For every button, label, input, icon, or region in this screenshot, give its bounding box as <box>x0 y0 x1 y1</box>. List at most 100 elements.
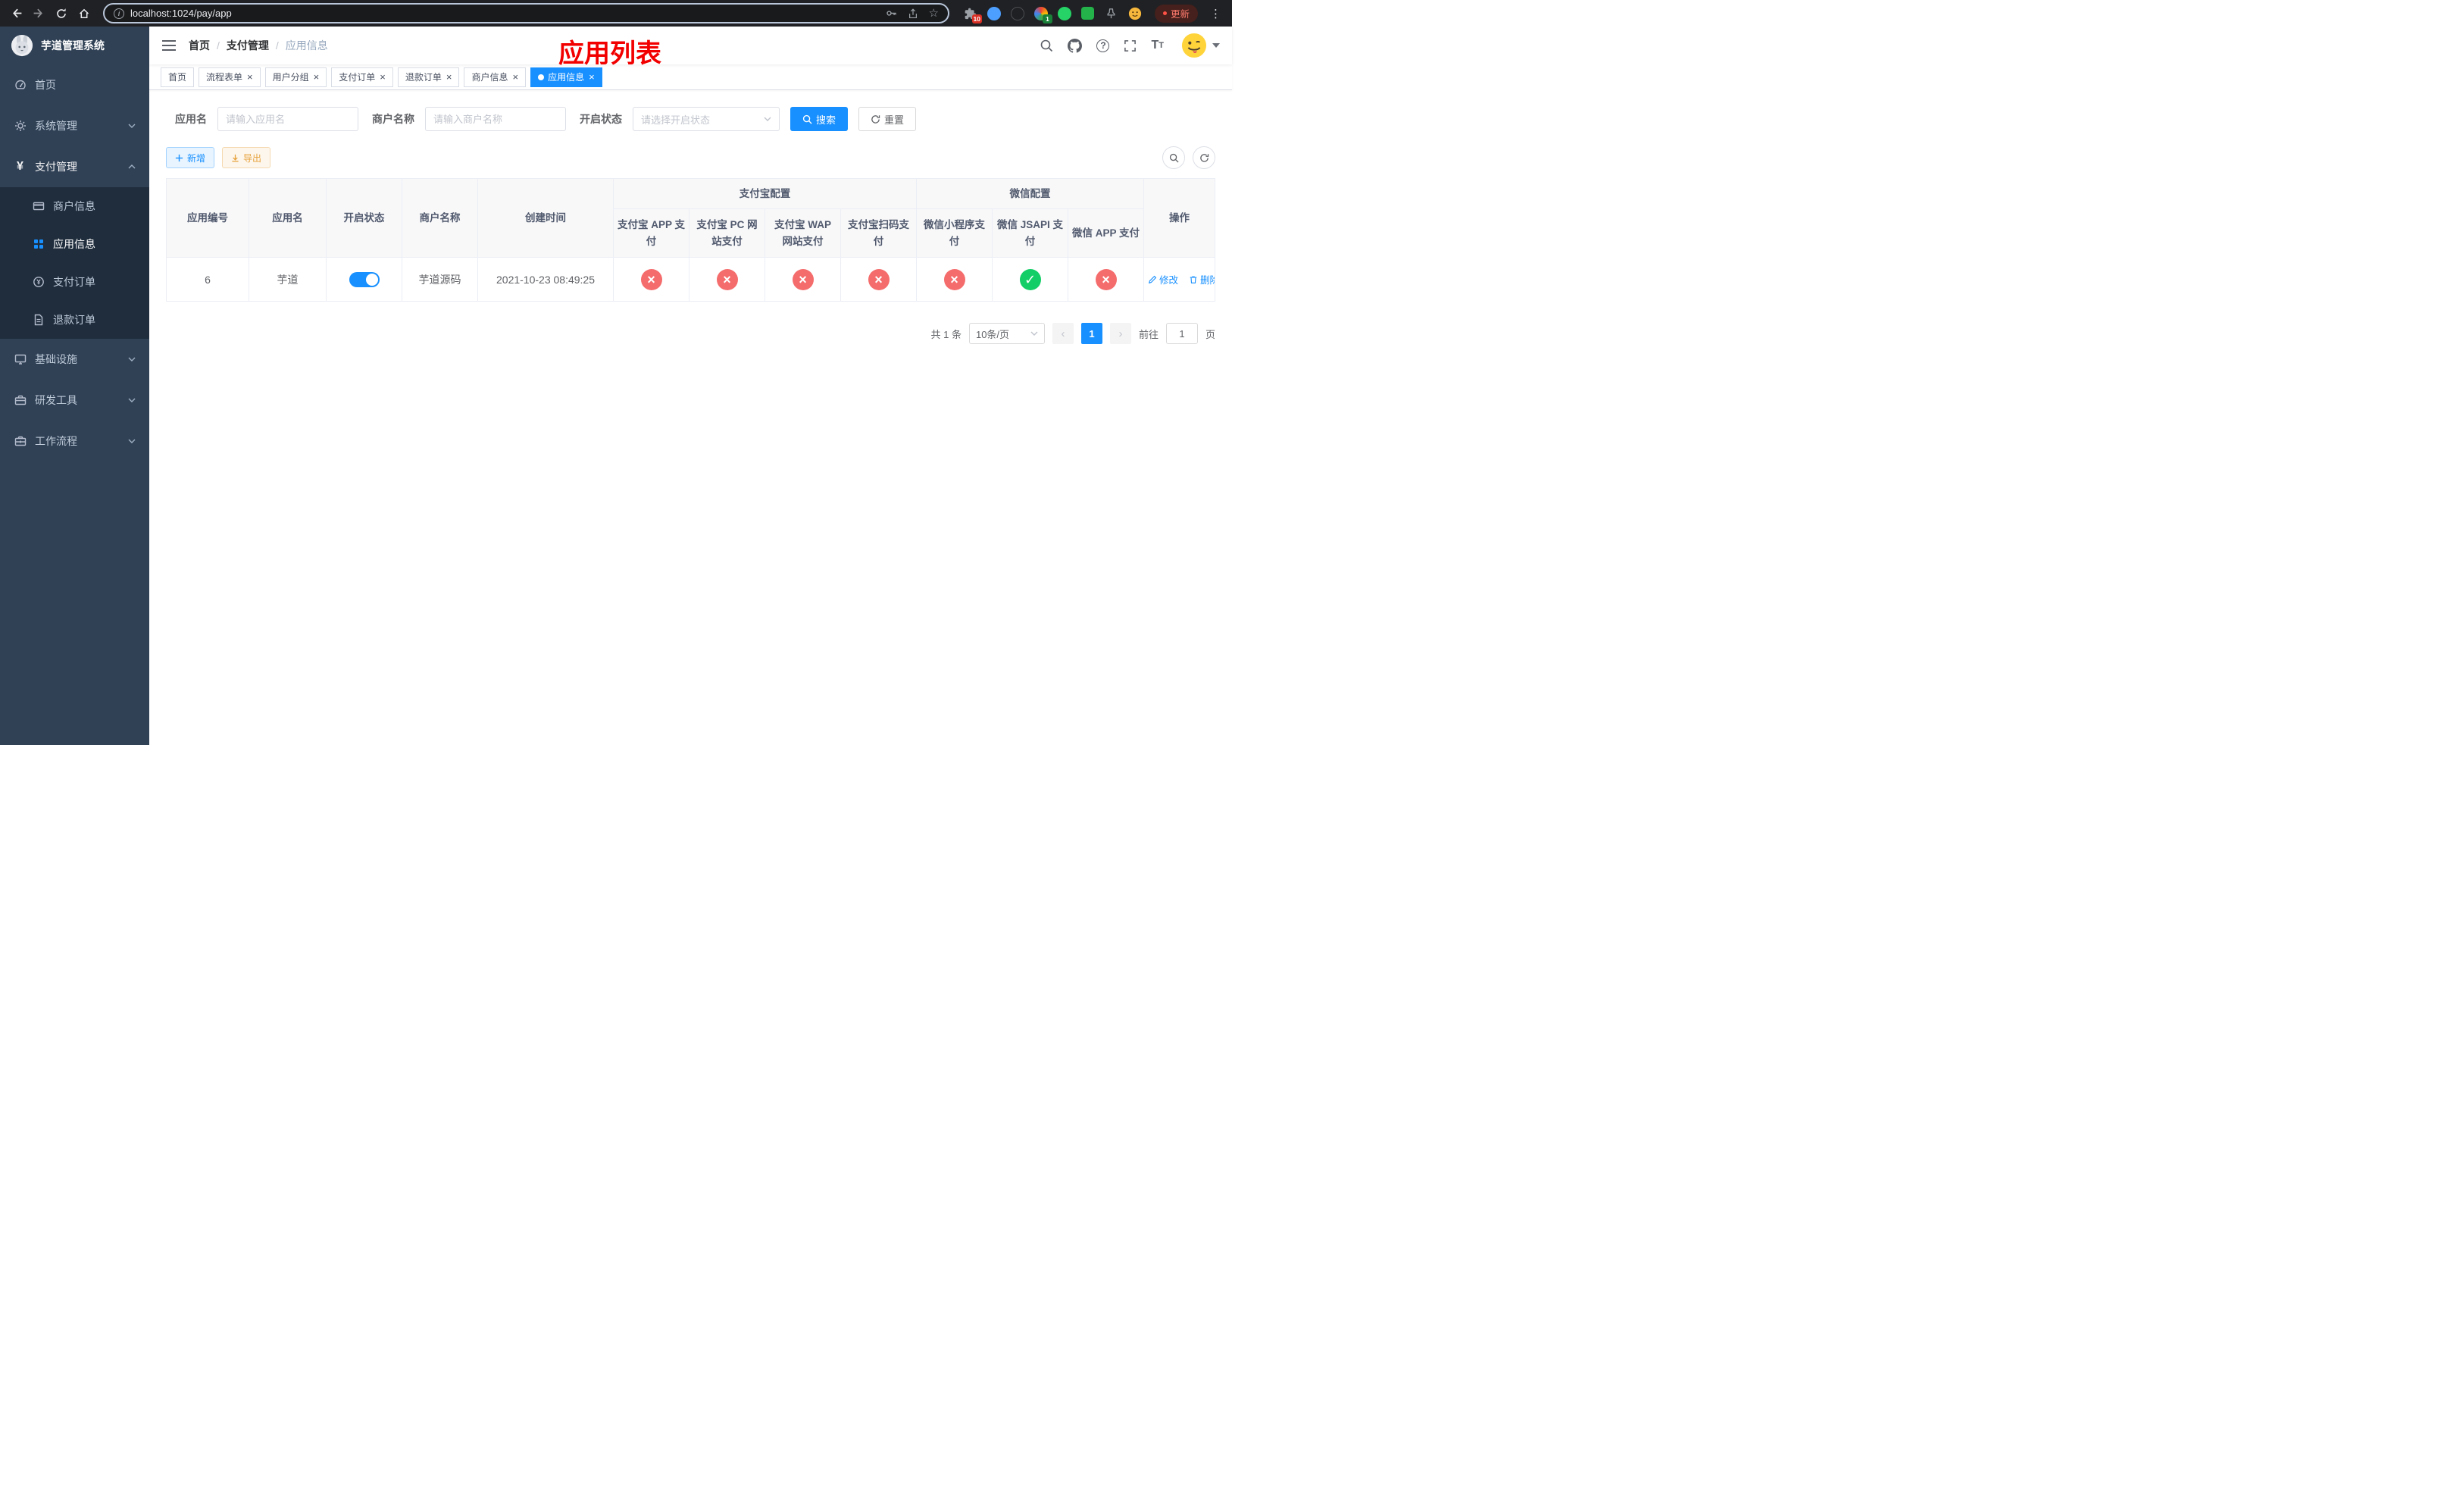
sidebar-item-label: 支付订单 <box>53 276 95 288</box>
payment-submenu: 商户信息 应用信息 支付订单 退款订单 <box>0 187 149 339</box>
prev-page-button[interactable]: ‹ <box>1052 323 1074 344</box>
extension-icon-dark[interactable] <box>1010 6 1025 21</box>
browser-menu-icon[interactable]: ⋮ <box>1205 7 1226 20</box>
chevron-down-icon <box>128 439 136 443</box>
search-button[interactable]: 搜索 <box>790 107 849 131</box>
extension-icon-blue[interactable] <box>987 6 1002 21</box>
merchant-name-label: 商户名称 <box>372 113 414 125</box>
browser-forward-icon[interactable] <box>29 4 48 23</box>
sidebar-item-pay-orders[interactable]: 支付订单 <box>0 263 149 301</box>
extension-icon-multicolor[interactable]: 1 <box>1033 6 1052 23</box>
breadcrumb-home[interactable]: 首页 <box>189 38 210 53</box>
search-form: 应用名 商户名称 开启状态 请选择开启状态 搜索 重置 <box>166 107 1215 131</box>
group-header-wechat: 微信配置 <box>915 178 1145 209</box>
app-name-input[interactable] <box>217 107 358 131</box>
config-status-icon: × <box>1095 268 1117 290</box>
document-icon <box>32 314 45 327</box>
share-icon[interactable] <box>908 8 918 19</box>
tab-refund-orders[interactable]: 退款订单 × <box>397 67 460 87</box>
site-info-icon[interactable]: i <box>114 8 124 19</box>
tab-close-icon[interactable]: × <box>589 72 595 82</box>
status-select-placeholder: 请选择开启状态 <box>641 114 711 126</box>
header-search-icon[interactable] <box>1040 39 1053 52</box>
group-header-alipay: 支付宝配置 <box>613 178 917 209</box>
monitor-icon <box>14 353 27 366</box>
column-header: 应用名 <box>249 178 327 258</box>
page-number-button[interactable]: 1 <box>1080 323 1102 344</box>
extension-icon-pin[interactable] <box>1104 6 1119 21</box>
extension-icon-green-circle[interactable] <box>1057 6 1072 21</box>
status-select[interactable]: 请选择开启状态 <box>633 107 780 131</box>
toggle-search-button[interactable] <box>1162 146 1185 169</box>
export-button[interactable]: 导出 <box>222 147 271 168</box>
add-button[interactable]: 新增 <box>166 147 215 168</box>
sidebar-logo[interactable]: 芋道管理系统 <box>0 27 149 64</box>
password-key-icon[interactable] <box>886 8 897 19</box>
edit-link[interactable]: 修改 <box>1148 272 1178 286</box>
help-icon[interactable]: ? <box>1096 39 1110 52</box>
status-toggle[interactable] <box>349 271 380 287</box>
fullscreen-icon[interactable] <box>1124 39 1137 52</box>
table-row: 6 芋道 芋道源码 2021-10-23 08:49:25 × × × × × … <box>166 257 1215 302</box>
next-page-button[interactable]: › <box>1109 323 1131 344</box>
browser-chrome: i localhost:1024/pay/app ☆ 10 1 更新 ⋮ <box>0 0 1232 27</box>
tab-app-info[interactable]: 应用信息 × <box>530 67 602 87</box>
dashboard-icon <box>14 79 27 92</box>
extension-icon-green-square[interactable] <box>1080 6 1096 21</box>
tab-close-icon[interactable]: × <box>446 72 452 82</box>
browser-home-icon[interactable] <box>74 4 94 23</box>
sidebar-collapse-icon[interactable] <box>161 39 177 52</box>
tab-pay-orders[interactable]: 支付订单 × <box>331 67 393 87</box>
tab-close-icon[interactable]: × <box>512 72 518 82</box>
address-bar[interactable]: i localhost:1024/pay/app ☆ <box>103 3 949 23</box>
reset-button[interactable]: 重置 <box>858 107 917 131</box>
cell-app-name: 芋道 <box>249 257 327 302</box>
refresh-button[interactable] <box>1193 146 1215 169</box>
app-name-label: 应用名 <box>175 113 207 125</box>
sidebar-item-dev-tools[interactable]: 研发工具 <box>0 380 149 421</box>
page-size-select[interactable]: 10条/页 <box>968 323 1045 344</box>
bookmark-star-icon[interactable]: ☆ <box>929 8 939 19</box>
browser-reload-icon[interactable] <box>52 4 71 23</box>
config-status-icon: × <box>640 268 662 290</box>
sidebar-item-refund-orders[interactable]: 退款订单 <box>0 301 149 339</box>
table-toolbar: 新增 导出 <box>166 146 1215 169</box>
tab-label: 商户信息 <box>471 72 508 83</box>
tab-close-icon[interactable]: × <box>247 72 253 82</box>
config-status-icon: × <box>792 268 814 290</box>
chevron-down-icon <box>764 117 771 121</box>
tab-close-icon[interactable]: × <box>314 72 320 82</box>
pagination: 共 1 条 10条/页 ‹ 1 › 前往 页 <box>166 323 1215 344</box>
sidebar-item-merchant-info[interactable]: 商户信息 <box>0 187 149 225</box>
tab-close-icon[interactable]: × <box>380 72 386 82</box>
browser-update-button[interactable]: 更新 <box>1154 4 1198 23</box>
column-header: 支付宝 APP 支付 <box>613 208 689 258</box>
goto-page-input[interactable] <box>1165 323 1198 344</box>
tab-process-form[interactable]: 流程表单 × <box>199 67 261 87</box>
tab-user-group[interactable]: 用户分组 × <box>264 67 327 87</box>
breadcrumb-payment[interactable]: 支付管理 <box>227 38 269 53</box>
merchant-name-input[interactable] <box>425 107 566 131</box>
sidebar-item-payment[interactable]: ¥ 支付管理 <box>0 146 149 187</box>
sidebar-item-system[interactable]: 系统管理 <box>0 105 149 146</box>
extension-icon-face[interactable] <box>1127 6 1143 21</box>
tab-label: 用户分组 <box>272 72 309 83</box>
github-icon[interactable] <box>1068 38 1083 53</box>
extensions-row: 10 1 <box>958 6 1147 23</box>
update-label: 更新 <box>1170 9 1190 20</box>
sidebar-item-infrastructure[interactable]: 基础设施 <box>0 339 149 380</box>
sidebar-item-workflow[interactable]: 工作流程 <box>0 421 149 462</box>
sidebar-item-app-info[interactable]: 应用信息 <box>0 225 149 263</box>
extensions-puzzle-icon[interactable]: 10 <box>963 6 982 23</box>
grid-icon <box>32 238 45 251</box>
font-size-icon[interactable]: TT <box>1151 39 1164 52</box>
user-menu[interactable] <box>1181 33 1220 58</box>
delete-link[interactable]: 删除 <box>1189 272 1215 286</box>
sidebar-item-home[interactable]: 首页 <box>0 64 149 105</box>
tab-home[interactable]: 首页 <box>161 67 195 87</box>
toolbox-icon <box>14 394 27 407</box>
column-header: 创建时间 <box>477 178 614 258</box>
tab-merchant-info[interactable]: 商户信息 × <box>464 67 527 87</box>
sidebar-item-label: 工作流程 <box>35 435 77 447</box>
browser-back-icon[interactable] <box>6 4 26 23</box>
